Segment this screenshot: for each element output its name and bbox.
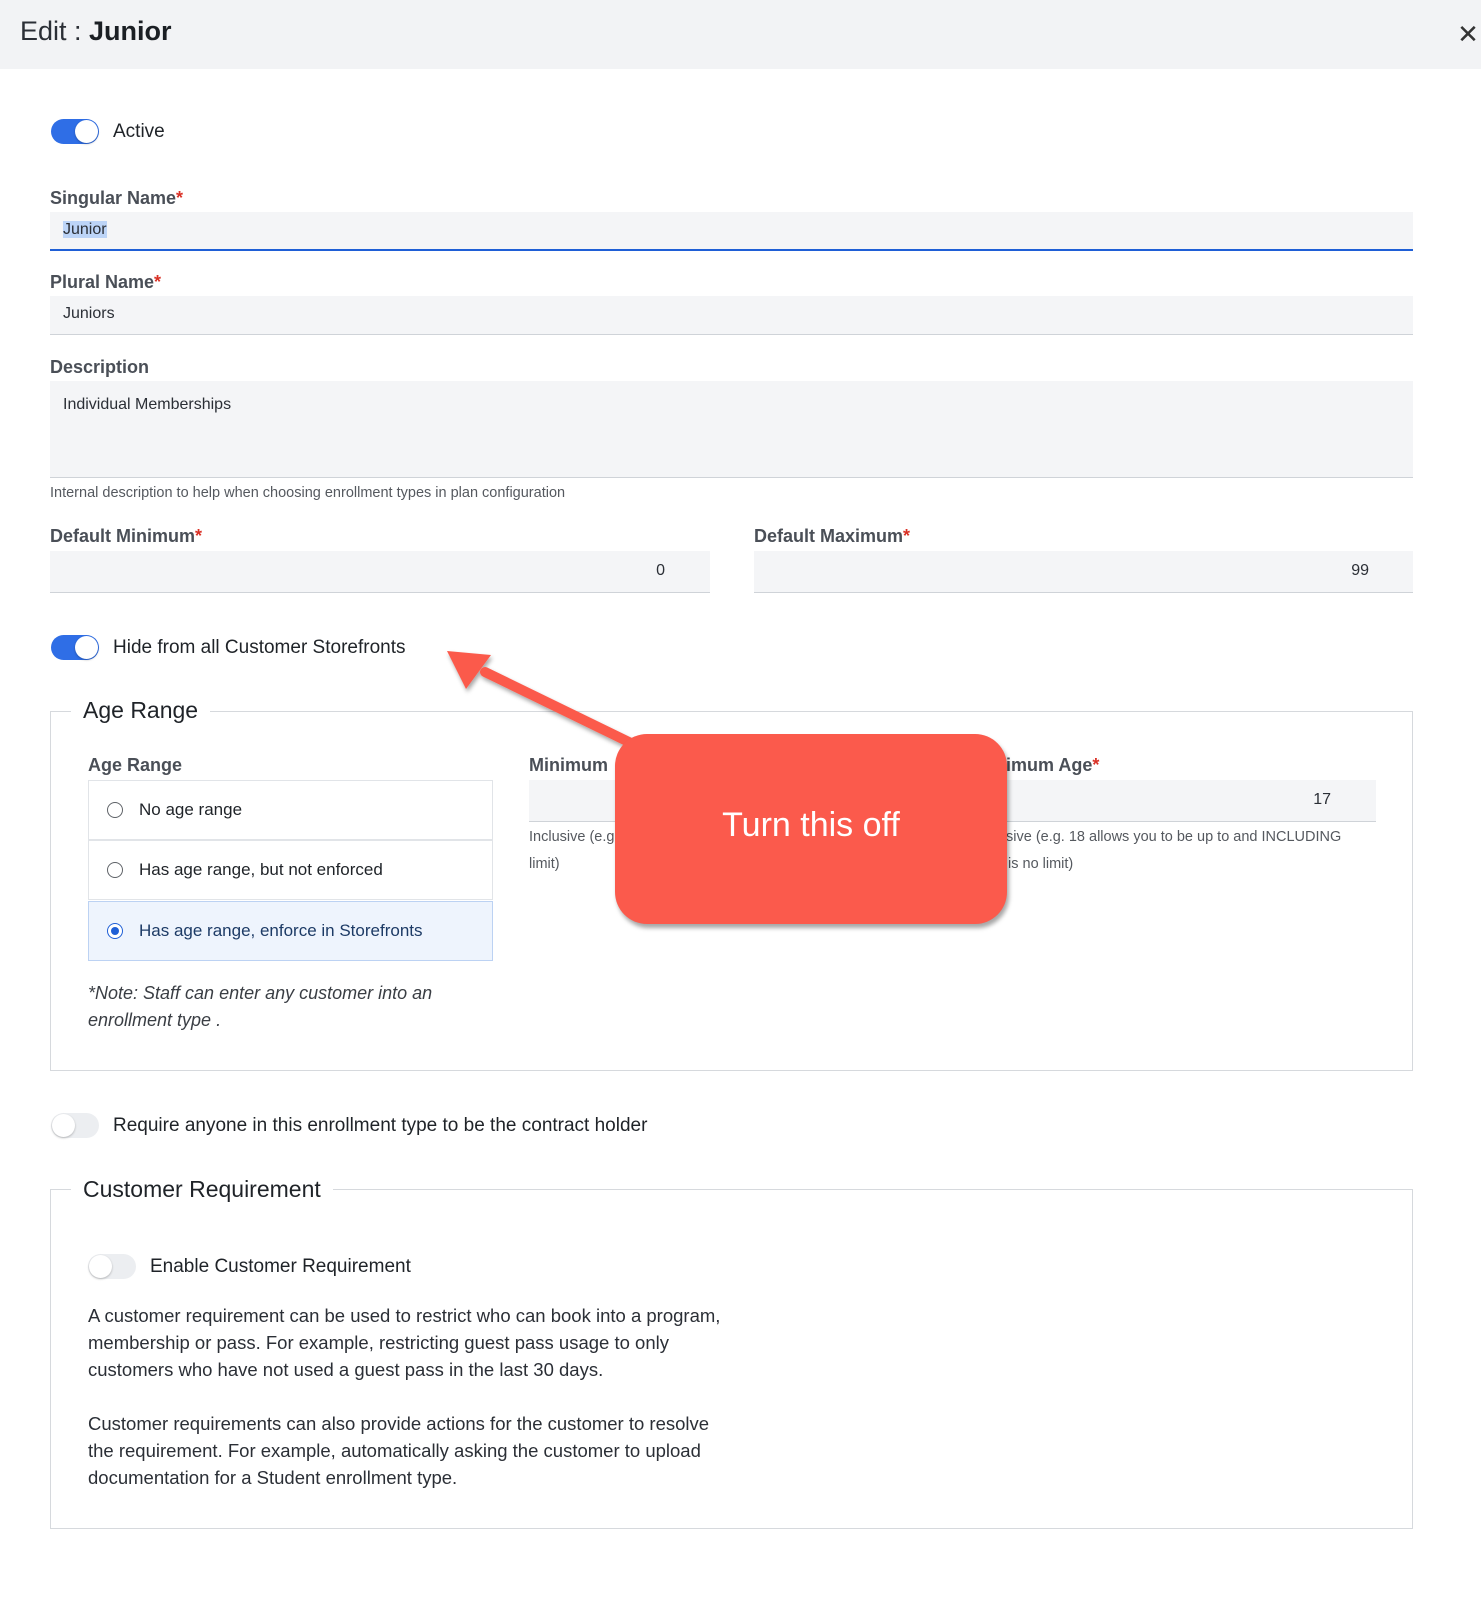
customer-requirement-para-2: Customer requirements can also provide a… xyxy=(88,1413,710,1488)
contract-holder-label: Require anyone in this enrollment type t… xyxy=(113,1115,648,1136)
contract-holder-toggle[interactable] xyxy=(51,1113,99,1138)
customer-requirement-legend: Customer Requirement xyxy=(71,1176,333,1203)
enable-customer-requirement-toggle[interactable] xyxy=(88,1254,136,1279)
annotation-callout: Turn this off xyxy=(615,734,1007,924)
customer-requirement-para-1: A customer requirement can be used to re… xyxy=(88,1305,721,1380)
enable-customer-requirement-label: Enable Customer Requirement xyxy=(150,1256,411,1277)
callout-text: Turn this off xyxy=(722,806,900,844)
